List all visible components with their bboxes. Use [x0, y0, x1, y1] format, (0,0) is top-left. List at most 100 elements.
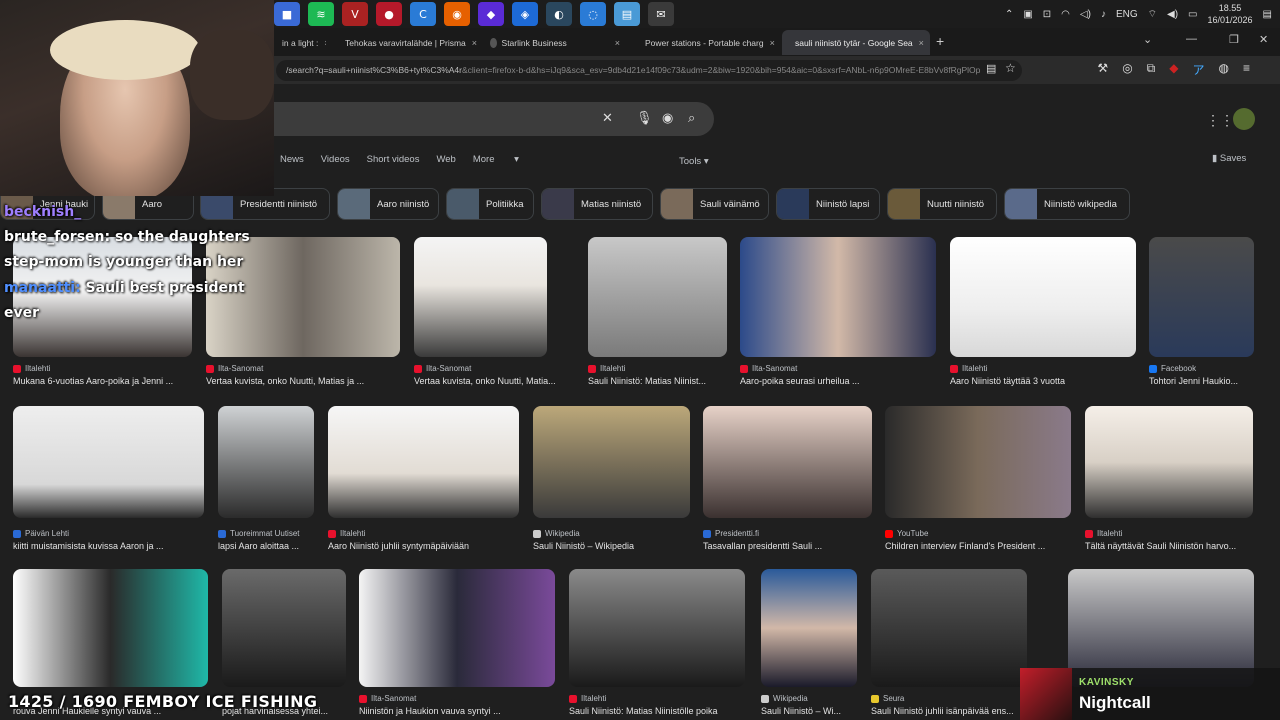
wrench-icon[interactable]: ⚒: [1097, 61, 1108, 78]
result-caption[interactable]: Sauli Niinistö: Matias Niinistölle poika: [569, 706, 745, 716]
image-result[interactable]: [950, 237, 1136, 357]
tab-web[interactable]: Web: [436, 154, 455, 165]
result-source[interactable]: Iltalehti: [1085, 529, 1122, 538]
close-icon[interactable]: ×: [919, 38, 924, 48]
result-caption[interactable]: Aaro Niinistö täyttää 3 vuotta: [950, 376, 1136, 386]
refinement-chip[interactable]: Aaro niinistö: [337, 188, 439, 220]
refinement-chip[interactable]: Niinistö lapsi: [776, 188, 880, 220]
result-source[interactable]: Ilta-Sanomat: [359, 694, 416, 703]
result-caption[interactable]: Aaro-poika seurasi urheilua ...: [740, 376, 936, 386]
image-result[interactable]: [414, 237, 547, 357]
clear-icon[interactable]: ✕: [602, 110, 613, 126]
tab-more[interactable]: More ▾: [473, 154, 519, 165]
spotify-icon[interactable]: ≋: [308, 2, 334, 26]
result-source[interactable]: Wikipedia: [533, 529, 580, 538]
result-caption[interactable]: Tältä näyttävät Sauli Niinistön harvo...: [1085, 541, 1253, 551]
browser-icon[interactable]: ◌: [580, 2, 606, 26]
tab-videos[interactable]: Videos: [321, 154, 350, 165]
ublock-icon[interactable]: ◆: [1169, 61, 1178, 78]
battery-icon[interactable]: ▭: [1188, 9, 1197, 20]
search-icon[interactable]: ⌕: [688, 110, 695, 126]
translate-icon[interactable]: ア: [1192, 61, 1204, 78]
image-result[interactable]: [761, 569, 857, 687]
notes-app-icon[interactable]: ▤: [614, 2, 640, 26]
image-result[interactable]: [1149, 237, 1254, 357]
close-icon[interactable]: ×: [324, 38, 326, 48]
ccleaner-icon[interactable]: C: [410, 2, 436, 26]
result-source[interactable]: Iltalehti: [328, 529, 365, 538]
notifications-icon[interactable]: ▤: [1263, 9, 1272, 20]
image-result[interactable]: [13, 406, 204, 518]
steam-icon[interactable]: ◐: [546, 2, 572, 26]
tools-button[interactable]: Tools ▾: [679, 156, 709, 167]
search-input[interactable]: ✕ 🎙 ◉ ⌕: [274, 102, 714, 136]
result-caption[interactable]: Niinistön ja Haukion vauva syntyi ...: [359, 706, 555, 716]
language-indicator[interactable]: ENG: [1116, 9, 1138, 20]
result-source[interactable]: Tuoreimmat Uutiset: [218, 529, 300, 538]
browser-tab-active[interactable]: sauli niinistö tytär - Google Sea ×: [782, 30, 930, 55]
result-source[interactable]: Presidentti.fi: [703, 529, 759, 538]
menu-icon[interactable]: ≡: [1243, 61, 1250, 78]
image-result[interactable]: [588, 237, 727, 357]
result-source[interactable]: Ilta-Sanomat: [206, 364, 263, 373]
extension-icon[interactable]: ⧉: [1147, 61, 1156, 78]
image-result[interactable]: [218, 406, 314, 518]
vpn-icon[interactable]: ◍: [1219, 61, 1229, 78]
volume-icon[interactable]: ◁): [1080, 9, 1091, 20]
image-result[interactable]: [871, 569, 1027, 687]
browser-tab[interactable]: in a light : ×: [274, 30, 326, 55]
browser-tab[interactable]: Starlink Business ×: [482, 30, 628, 55]
image-result[interactable]: [885, 406, 1071, 518]
browser-tab[interactable]: Tehokas varavirtalähde | Prisma ×: [332, 30, 478, 55]
image-result[interactable]: [740, 237, 936, 357]
saves-button[interactable]: ▮ Saves: [1212, 153, 1246, 164]
bookmark-star-icon[interactable]: ☆: [1005, 61, 1016, 75]
image-result[interactable]: [533, 406, 690, 518]
result-caption[interactable]: Mukana 6-vuotias Aaro-poika ja Jenni ...: [13, 376, 192, 386]
chevron-up-icon[interactable]: ⌃: [1005, 9, 1013, 20]
refinement-chip[interactable]: Sauli väinämö: [660, 188, 769, 220]
avatar[interactable]: [1233, 108, 1255, 130]
result-source[interactable]: Iltalehti: [569, 694, 606, 703]
firefox-icon[interactable]: ◉: [444, 2, 470, 26]
result-source[interactable]: Päivän Lehti: [13, 529, 69, 538]
result-source[interactable]: Ilta-Sanomat: [414, 364, 471, 373]
window-close-icon[interactable]: ✕: [1259, 33, 1268, 46]
result-caption[interactable]: Sauli Niinistö: Matias Niinist...: [588, 376, 748, 386]
refinement-chip[interactable]: Politiikka: [446, 188, 534, 220]
result-caption[interactable]: Tasavallan presidentti Sauli ...: [703, 541, 872, 551]
image-result[interactable]: [1085, 406, 1253, 518]
wifi-status-icon[interactable]: ⌔: [1148, 8, 1157, 21]
refinement-chip[interactable]: Matias niinistö: [541, 188, 653, 220]
result-source[interactable]: YouTube: [885, 529, 928, 538]
vencord-icon[interactable]: V: [342, 2, 368, 26]
new-tab-icon[interactable]: +: [936, 33, 944, 49]
network-icon[interactable]: ⊡: [1043, 9, 1051, 20]
result-caption[interactable]: Sauli Niinistö juhlii isänpäivää ens...: [871, 706, 1031, 716]
image-result[interactable]: [222, 569, 346, 687]
speaker-icon[interactable]: ◀): [1167, 9, 1178, 20]
result-caption[interactable]: Sauli Niinistö – Wikipedia: [533, 541, 693, 551]
image-result[interactable]: [703, 406, 872, 518]
url-field[interactable]: /search?q=sauli+niinist%C3%B6+tyt%C3%A4r…: [276, 60, 1022, 81]
result-source[interactable]: Iltalehti: [13, 364, 50, 373]
generic-app-icon[interactable]: ■: [274, 2, 300, 26]
image-result[interactable]: [359, 569, 555, 687]
result-caption[interactable]: Children interview Finland's President .…: [885, 541, 1071, 551]
image-result[interactable]: [13, 569, 208, 687]
result-source[interactable]: Ilta-Sanomat: [740, 364, 797, 373]
blue-app-icon[interactable]: ◈: [512, 2, 538, 26]
clock[interactable]: 18.55 16/01/2026: [1208, 2, 1253, 26]
result-source[interactable]: Seura: [871, 694, 904, 703]
result-caption[interactable]: Vertaa kuvista, onko Nuutti, Matias ja .…: [206, 376, 400, 386]
result-caption[interactable]: Aaro Niinistö juhlii syntymäpäiviään: [328, 541, 519, 551]
result-caption[interactable]: Tohtori Jenni Haukio...: [1149, 376, 1280, 386]
chat-app-icon[interactable]: ✉: [648, 2, 674, 26]
tab-list-chevron-icon[interactable]: ⌄: [1143, 33, 1152, 46]
reader-view-icon[interactable]: ▤: [986, 62, 996, 75]
tab-news[interactable]: News: [280, 154, 304, 165]
result-caption[interactable]: Vertaa kuvista, onko Nuutti, Matia...: [414, 376, 574, 386]
tab-short-videos[interactable]: Short videos: [367, 154, 420, 165]
result-source[interactable]: Iltalehti: [588, 364, 625, 373]
lens-icon[interactable]: ◉: [662, 110, 673, 126]
